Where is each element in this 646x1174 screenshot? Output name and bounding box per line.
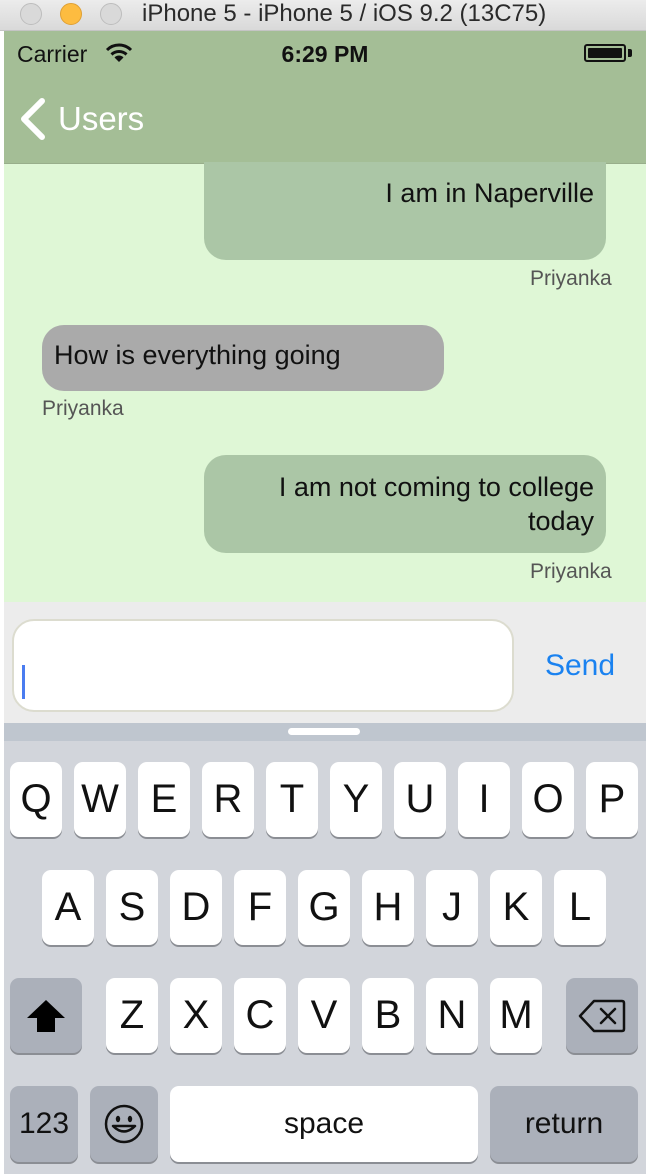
delete-key[interactable] xyxy=(566,978,638,1053)
message-sender: Priyanka xyxy=(530,560,612,583)
key-n[interactable]: N xyxy=(426,978,478,1053)
message-composer: Send xyxy=(4,602,646,723)
message-sender: Priyanka xyxy=(42,397,124,420)
numbers-key[interactable]: 123 xyxy=(10,1086,78,1162)
close-window-button[interactable] xyxy=(20,3,42,25)
simulator-title-bar: iPhone 5 - iPhone 5 / iOS 9.2 (13C75) xyxy=(0,0,646,31)
message-bubble-outgoing: I am not coming to college today xyxy=(204,455,606,553)
back-button[interactable]: Users xyxy=(18,93,144,145)
key-b[interactable]: B xyxy=(362,978,414,1053)
back-label: Users xyxy=(58,100,145,137)
key-q[interactable]: Q xyxy=(10,762,62,837)
space-key[interactable]: space xyxy=(170,1086,478,1162)
shift-icon xyxy=(27,999,65,1032)
key-s[interactable]: S xyxy=(106,870,158,945)
message-input[interactable] xyxy=(12,619,514,712)
key-y[interactable]: Y xyxy=(330,762,382,837)
status-time: 6:29 PM xyxy=(281,41,369,67)
navigation-bar: Carrier 6:29 PM Users xyxy=(4,31,646,164)
keyboard-top-strip xyxy=(4,723,646,741)
key-m[interactable]: M xyxy=(490,978,542,1053)
message-text: I am not coming to college today xyxy=(278,472,594,536)
message-bubble-incoming: How is everything going xyxy=(42,325,444,391)
zoom-window-button[interactable] xyxy=(100,3,122,25)
shift-key[interactable] xyxy=(10,978,82,1053)
battery-tip xyxy=(628,49,632,57)
emoji-icon xyxy=(104,1104,144,1144)
chevron-left-icon xyxy=(21,98,45,140)
software-keyboard: Q W E R T Y U I O P A S D F G H J K L Z … xyxy=(4,723,646,1174)
key-o[interactable]: O xyxy=(522,762,574,837)
key-j[interactable]: J xyxy=(426,870,478,945)
key-t[interactable]: T xyxy=(266,762,318,837)
return-key[interactable]: return xyxy=(490,1086,638,1162)
send-button[interactable]: Send xyxy=(530,619,630,712)
key-w[interactable]: W xyxy=(74,762,126,837)
key-v[interactable]: V xyxy=(298,978,350,1053)
key-u[interactable]: U xyxy=(394,762,446,837)
keyboard-drag-handle[interactable] xyxy=(288,728,360,735)
key-a[interactable]: A xyxy=(42,870,94,945)
key-h[interactable]: H xyxy=(362,870,414,945)
key-k[interactable]: K xyxy=(490,870,542,945)
backspace-icon xyxy=(578,999,626,1032)
message-bubble-outgoing: I am in Naperville xyxy=(204,162,606,260)
text-cursor xyxy=(22,665,25,699)
message-text: How is everything going xyxy=(54,340,341,370)
key-c[interactable]: C xyxy=(234,978,286,1053)
key-e[interactable]: E xyxy=(138,762,190,837)
message-text: I am in Naperville xyxy=(385,178,594,208)
window-title: iPhone 5 - iPhone 5 / iOS 9.2 (13C75) xyxy=(142,0,547,27)
key-l[interactable]: L xyxy=(554,870,606,945)
device-screen: Carrier 6:29 PM Users I am in Naperville… xyxy=(4,31,646,1174)
key-p[interactable]: P xyxy=(586,762,638,837)
key-f[interactable]: F xyxy=(234,870,286,945)
key-z[interactable]: Z xyxy=(106,978,158,1053)
key-i[interactable]: I xyxy=(458,762,510,837)
key-r[interactable]: R xyxy=(202,762,254,837)
key-d[interactable]: D xyxy=(170,870,222,945)
message-sender: Priyanka xyxy=(530,267,612,290)
key-x[interactable]: X xyxy=(170,978,222,1053)
emoji-key[interactable] xyxy=(90,1086,158,1162)
minimize-window-button[interactable] xyxy=(60,3,82,25)
battery-icon xyxy=(584,44,626,62)
status-bar: Carrier 6:29 PM xyxy=(4,31,646,77)
key-g[interactable]: G xyxy=(298,870,350,945)
